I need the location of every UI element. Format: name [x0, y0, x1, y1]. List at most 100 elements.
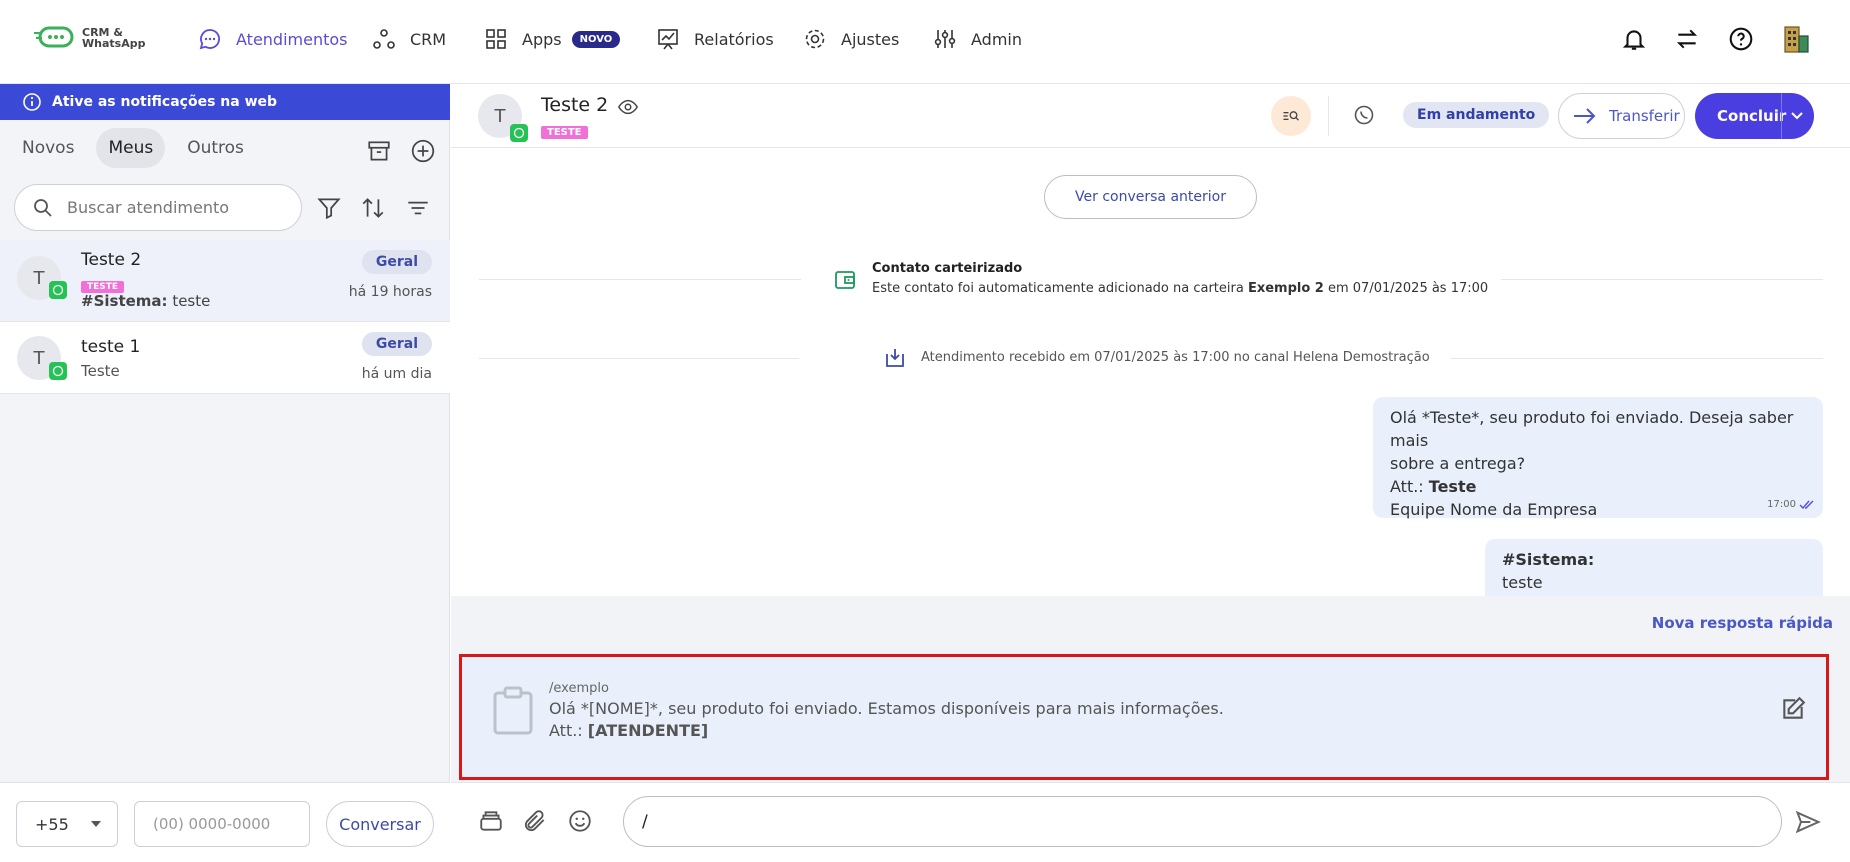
contact-name[interactable]: Teste 2	[541, 94, 608, 116]
archive-button[interactable]	[366, 138, 392, 168]
apps-grid-icon	[486, 29, 506, 49]
info-icon	[23, 93, 41, 111]
conclude-label: Concluir	[1717, 107, 1787, 125]
funnel-icon	[317, 198, 341, 220]
building-icon	[1784, 26, 1809, 53]
sort-button[interactable]	[360, 195, 386, 225]
sliders-icon	[934, 30, 956, 48]
nav-atendimentos[interactable]: Atendimentos	[198, 25, 348, 53]
conversation-item[interactable]: T teste 1 Teste Geral há um dia	[0, 322, 450, 394]
nav-relatorios[interactable]: Relatórios	[656, 25, 774, 53]
tab-outros[interactable]: Outros	[175, 128, 256, 168]
message-line: teste	[1502, 573, 1543, 592]
nav-label: Relatórios	[694, 29, 774, 49]
bell-button[interactable]	[1621, 26, 1647, 56]
notification-text: Ative as notificações na web	[52, 94, 278, 110]
nav-label: Ajustes	[841, 29, 900, 49]
company-button[interactable]	[1782, 24, 1810, 58]
contact-tag: TESTE	[541, 126, 588, 139]
nav-apps[interactable]: Apps NOVO	[484, 25, 621, 53]
chevron-down-icon	[91, 821, 101, 827]
message-line: Olá *Teste*, seu produto foi enviado. De…	[1390, 408, 1794, 450]
sort-arrows-icon	[362, 198, 384, 218]
event-received: Atendimento recebido em 07/01/2025 às 17…	[921, 350, 1430, 365]
conversation-item[interactable]: T Teste 2 TESTE #Sistema: teste Geral há…	[0, 240, 450, 322]
whatsapp-icon	[49, 362, 67, 380]
quick-reply-text: Olá *[NOME]*, seu produto foi enviado. E…	[549, 699, 1224, 718]
conversation-time: há um dia	[361, 366, 432, 382]
new-badge: NOVO	[571, 30, 621, 48]
view-contact-button[interactable]	[617, 96, 639, 122]
phone-placeholder: (00) 0000-0000	[153, 815, 271, 833]
wallet-icon	[833, 268, 857, 296]
country-code-select[interactable]: +55	[16, 801, 118, 847]
plus-circle-icon	[411, 139, 435, 163]
quick-reply-item[interactable]: /exemplo Olá *[NOME]*, seu produto foi e…	[459, 654, 1829, 780]
archive-media-button[interactable]	[478, 808, 504, 838]
event-text: Este contato foi automaticamente adicion…	[872, 281, 1248, 296]
paperclip-icon	[524, 810, 545, 832]
conversation-sidebar: Ative as notificações na web Novos Meus …	[0, 84, 450, 862]
queue-badge: Geral	[361, 332, 432, 356]
chevron-down-icon[interactable]	[1790, 111, 1804, 121]
attach-button[interactable]	[522, 808, 548, 838]
nav-ajustes[interactable]: Ajustes	[803, 25, 899, 53]
help-button[interactable]	[1728, 26, 1754, 56]
whatsapp-icon	[49, 281, 67, 299]
app-logo[interactable]: CRM & WhatsApp	[34, 24, 145, 52]
message-bold: Teste	[1428, 477, 1477, 496]
send-button[interactable]	[1794, 808, 1822, 840]
tab-novos[interactable]: Novos	[10, 128, 86, 168]
message-line: Att.:	[1390, 477, 1429, 496]
message-time: 17:00	[1767, 499, 1796, 510]
eye-icon	[617, 99, 639, 115]
message-bubble[interactable]: Olá *Teste*, seu produto foi enviado. De…	[1373, 397, 1823, 519]
transfer-button[interactable]: Transferir	[1558, 93, 1685, 139]
transfer-button[interactable]	[1674, 26, 1700, 56]
new-conversation-button[interactable]	[410, 138, 436, 168]
status-badge: Em andamento	[1403, 102, 1550, 128]
search-input[interactable]: Buscar atendimento	[14, 184, 302, 231]
preview-text: teste	[167, 292, 211, 310]
search-icon	[34, 198, 52, 217]
nav-admin[interactable]: Admin	[933, 25, 1022, 53]
tab-meus[interactable]: Meus	[96, 128, 166, 168]
quick-reply-shortcut: /exemplo	[549, 681, 609, 696]
filter-button[interactable]	[316, 195, 342, 225]
clipboard-icon	[491, 685, 535, 739]
message-input[interactable]: /	[623, 796, 1782, 847]
preview-system: #Sistema:	[81, 292, 168, 310]
emoji-button[interactable]	[567, 808, 593, 838]
quick-reply-placeholder: [ATENDENTE]	[587, 721, 709, 740]
new-quick-reply-link[interactable]: Nova resposta rápida	[1652, 614, 1833, 632]
transfer-label: Transferir	[1609, 107, 1680, 125]
transfer-arrows-icon	[1676, 29, 1698, 49]
list-filter-button[interactable]	[405, 195, 431, 225]
nav-label: Admin	[971, 29, 1022, 49]
nav-label: Apps	[522, 29, 562, 49]
notification-banner[interactable]: Ative as notificações na web	[0, 84, 450, 120]
chat-bubble-icon	[199, 29, 220, 50]
event-title: Contato carteirizado	[872, 261, 1023, 276]
message-bold: #Sistema:	[1502, 550, 1595, 569]
quick-reply-text: Att.:	[549, 721, 588, 740]
preview-text: Teste	[81, 362, 120, 380]
conversation-tabs: Novos Meus Outros	[10, 128, 256, 168]
message-line: sobre a entrega?	[1390, 454, 1526, 473]
message-bubble[interactable]: #Sistema: teste	[1485, 539, 1823, 596]
chat-header: T Teste 2 TESTE Em andamento Transferir …	[451, 84, 1850, 148]
phone-input[interactable]: (00) 0000-0000	[134, 801, 310, 847]
start-conversation-bar: +55 (00) 0000-0000 Conversar	[0, 782, 450, 862]
previous-conversation-button[interactable]: Ver conversa anterior	[1044, 175, 1257, 219]
start-conversation-button[interactable]: Conversar	[326, 801, 434, 847]
edit-quick-reply-button[interactable]	[1780, 696, 1806, 726]
conversation-time: há 19 horas	[348, 284, 432, 300]
search-messages-button[interactable]	[1271, 96, 1311, 136]
logo-line2: WhatsApp	[82, 37, 146, 50]
conclude-button[interactable]: Concluir	[1695, 93, 1814, 139]
filter-lines-icon	[408, 201, 428, 215]
chat-panel: T Teste 2 TESTE Em andamento Transferir …	[451, 84, 1850, 862]
nav-crm[interactable]: CRM	[372, 25, 446, 53]
emoji-icon	[569, 810, 591, 832]
search-placeholder: Buscar atendimento	[67, 198, 230, 217]
